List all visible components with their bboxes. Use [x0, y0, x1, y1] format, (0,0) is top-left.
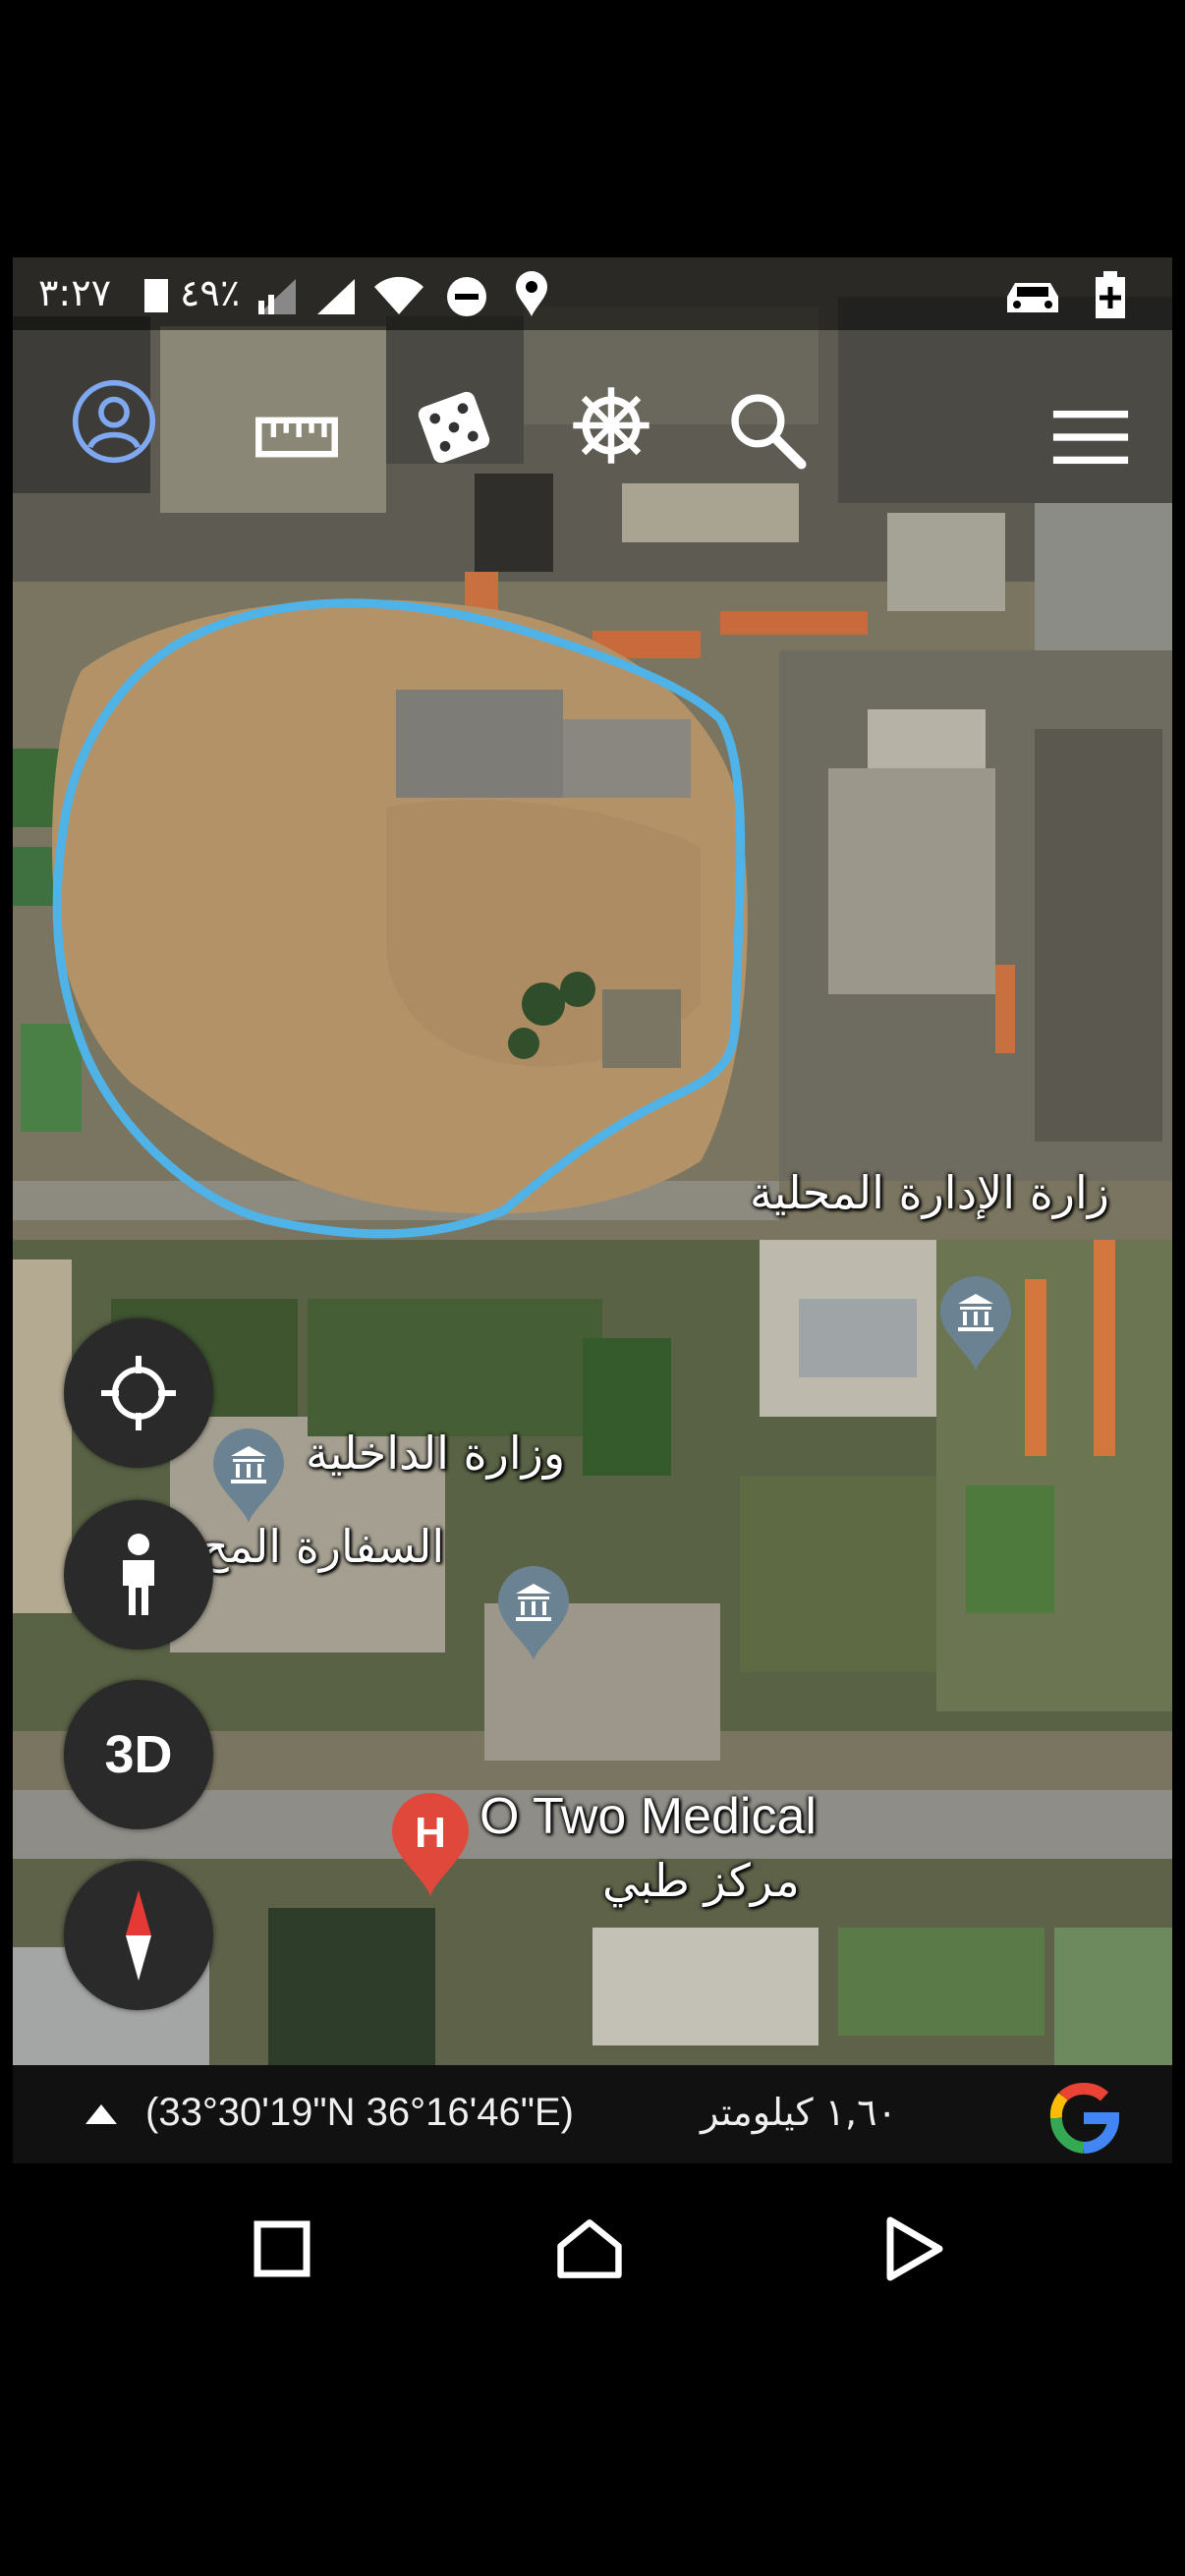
scale-readout: ١,٦٠ كيلومتر — [701, 2091, 897, 2134]
3d-label: 3D — [104, 1725, 173, 1784]
google-logo-icon — [1049, 2083, 1119, 2154]
museum-pin-icon[interactable] — [936, 1274, 1015, 1372]
label-ministry-interior[interactable]: وزارة الداخلية — [306, 1427, 565, 1480]
back-icon[interactable] — [880, 2214, 949, 2283]
my-location-button[interactable] — [64, 1318, 213, 1468]
search-icon[interactable] — [724, 387, 809, 472]
compass-icon — [126, 1890, 151, 1981]
signal-icon-1 — [258, 279, 296, 314]
do-not-disturb-icon — [447, 277, 486, 316]
battery-small-icon — [144, 279, 168, 312]
embassy-pin-icon[interactable] — [494, 1564, 573, 1662]
profile-icon[interactable] — [72, 379, 156, 464]
ship-wheel-icon[interactable] — [569, 383, 653, 468]
recents-icon[interactable] — [248, 2214, 316, 2283]
compass-button[interactable] — [64, 1861, 213, 2010]
label-embassy[interactable]: السفارة المح — [199, 1520, 444, 1573]
info-bar: (33°30'19"N 36°16'46"E) ١,٦٠ كيلومتر — [13, 2065, 1172, 2163]
3d-toggle-button[interactable]: 3D — [64, 1680, 213, 1829]
status-time: ٣:٢٧ — [38, 271, 112, 314]
label-ministry-local-admin[interactable]: زارة الإدارة المحلية — [750, 1166, 1109, 1219]
hospital-pin-icon[interactable]: H — [388, 1790, 473, 1898]
crosshair-icon — [101, 1356, 176, 1430]
dice-icon[interactable] — [412, 385, 496, 470]
pegman-icon — [123, 1534, 154, 1615]
svg-text:H: H — [415, 1809, 446, 1857]
label-medical-type: مركز طبي — [602, 1854, 800, 1907]
google-earth-screen: زارة الإدارة المحلية وزارة الداخلية السف… — [13, 257, 1172, 2163]
car-icon — [1007, 283, 1058, 312]
battery-percent: ٤٩٪ — [180, 271, 241, 314]
coordinates-readout: (33°30'19"N 36°16'46"E) — [145, 2091, 574, 2134]
status-bar: ٣:٢٧ ٤٩٪ — [13, 257, 1172, 330]
expand-up-icon[interactable] — [84, 2100, 119, 2126]
label-medical-name[interactable]: O Two Medical — [480, 1787, 817, 1846]
location-icon — [516, 271, 547, 316]
menu-icon[interactable] — [1048, 395, 1133, 479]
ministry-pin-icon[interactable] — [209, 1427, 288, 1525]
signal-icon-2 — [317, 279, 355, 314]
wifi-icon — [374, 276, 423, 314]
street-view-button[interactable] — [64, 1500, 213, 1650]
home-icon[interactable] — [555, 2214, 624, 2283]
ruler-icon[interactable] — [254, 395, 339, 479]
battery-icon — [1096, 271, 1125, 318]
